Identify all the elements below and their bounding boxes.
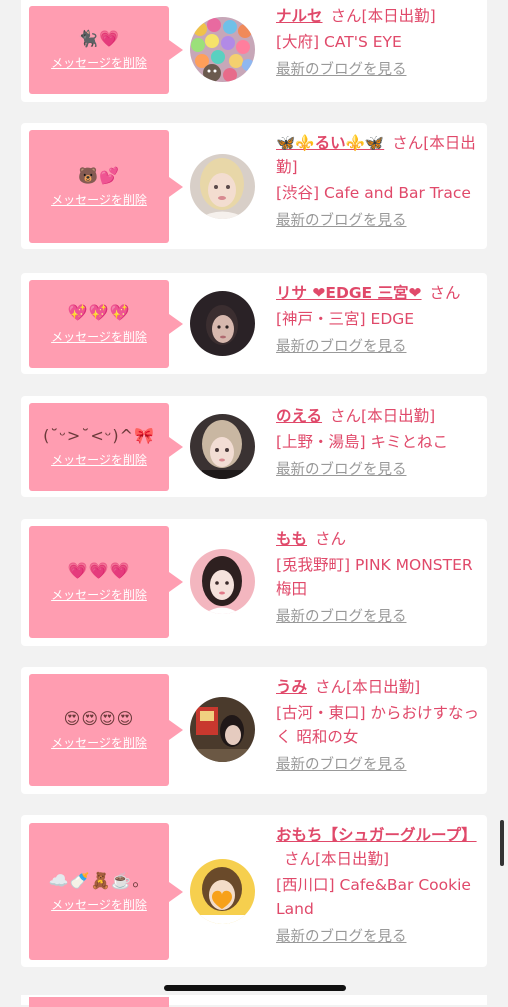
list-item: ☁️🍼🧸☕️。 メッセージを削除 おもち【シュガーグループ】さん[本日出勤] [… (21, 815, 487, 967)
girl-name-link[interactable]: うみ (276, 678, 307, 696)
scrollbar[interactable] (500, 820, 504, 866)
message-box: 💖💖💖 メッセージを削除 (29, 280, 183, 368)
shop-name: [渋谷] Cafe and Bar Trace (276, 184, 471, 202)
message-box: 🐻💕 メッセージを削除 (29, 130, 183, 243)
list-item: 😍😍😍😍 メッセージを削除 うみ さん[本日出勤] [古河・東口] からおけすなっ… (21, 667, 487, 794)
girl-info: うみ さん[本日出勤] [古河・東口] からおけすなっく 昭和の女 最新のブログを… (276, 675, 481, 775)
shop-name: [兎我野町] PINK MONSTER梅田 (276, 556, 473, 598)
latest-blog-link[interactable]: 最新のブログを見る (276, 607, 407, 627)
message-box: 🐈‍⬛💗 メッセージを削除 (29, 6, 183, 94)
latest-blog-link[interactable]: 最新のブログを見る (276, 927, 407, 947)
latest-blog-link[interactable]: 最新のブログを見る (276, 460, 407, 480)
list-item: 🐻💕 メッセージを削除 🦋⚜️るい⚜️🦋 さん[本日出勤] [渋谷] Cafe a… (21, 123, 487, 249)
avatar[interactable] (190, 697, 255, 762)
shop-name: [上野・湯島] キミとねこ (276, 433, 449, 451)
latest-blog-link[interactable]: 最新のブログを見る (276, 211, 407, 231)
avatar[interactable] (190, 549, 255, 614)
name-line: リサ ❤EDGE 三宮❤ さん (276, 281, 481, 305)
name-suffix: さん[本日出勤] (330, 407, 436, 425)
name-line: のえる さん[本日出勤] (276, 404, 481, 428)
girl-info: ナルセ さん[本日出勤] [大府] CAT'S EYE 最新のブログを見る (276, 4, 481, 80)
message-box: ☁️🍼🧸☕️。 メッセージを削除 (29, 823, 183, 960)
delete-message-link[interactable]: メッセージを削除 (51, 452, 147, 468)
girl-name-link[interactable]: リサ ❤EDGE 三宮❤ (276, 284, 422, 302)
name-line: 🦋⚜️るい⚜️🦋 さん[本日出勤] (276, 131, 481, 179)
message-emoji: ☁️🍼🧸☕️。 (48, 870, 150, 890)
shop-name: [大府] CAT'S EYE (276, 33, 402, 51)
name-suffix: さん (315, 530, 347, 548)
shop-name: [神戸・三宮] EDGE (276, 310, 415, 328)
girl-info: リサ ❤EDGE 三宮❤ さん [神戸・三宮] EDGE 最新のブログを見る (276, 281, 481, 357)
delete-message-link[interactable]: メッセージを削除 (51, 55, 147, 71)
girl-name-link[interactable]: おもち【シュガーグループ】 (276, 826, 477, 844)
delete-message-link[interactable]: メッセージを削除 (51, 897, 147, 913)
list-item: 💗💗💗 メッセージを削除 もも さん [兎我野町] PINK MONSTER梅田 … (21, 519, 487, 646)
message-box: 💗💗💗 メッセージを削除 (29, 526, 183, 638)
avatar[interactable] (190, 291, 255, 356)
message-emoji: 🐻💕 (78, 165, 120, 185)
list-item: 💖💖💖 メッセージを削除 リサ ❤EDGE 三宮❤ さん [神戸・三宮] EDGE… (21, 273, 487, 374)
girl-name-link[interactable]: 🦋⚜️るい⚜️🦋 (276, 134, 384, 152)
message-emoji: 😍😍😍😍 (63, 709, 135, 728)
message-emoji: 💖💖💖 (67, 303, 131, 322)
latest-blog-link[interactable]: 最新のブログを見る (276, 337, 407, 357)
girl-info: 🦋⚜️るい⚜️🦋 さん[本日出勤] [渋谷] Cafe and Bar Trace… (276, 131, 481, 231)
shop-name: [古河・東口] からおけすなっく 昭和の女 (276, 704, 480, 746)
name-line: ナルセ さん[本日出勤] (276, 4, 481, 28)
message-emoji: 🐈‍⬛💗 (78, 29, 120, 48)
name-suffix: さん (429, 284, 461, 302)
delete-message-link[interactable]: メッセージを削除 (51, 329, 147, 345)
delete-message-link[interactable]: メッセージを削除 (51, 735, 147, 751)
girl-name-link[interactable]: のえる (276, 407, 322, 425)
name-line: おもち【シュガーグループ】さん[本日出勤] (276, 823, 481, 871)
name-line: もも さん (276, 527, 481, 551)
latest-blog-link[interactable]: 最新のブログを見る (276, 755, 407, 775)
message-box: (˘ᵕ>˘<ᵕ)^🎀 メッセージを削除 (29, 403, 183, 491)
home-indicator[interactable] (164, 985, 346, 991)
list-item: (˘ᵕ>˘<ᵕ)^🎀 メッセージを削除 のえる さん[本日出勤] [上野・湯島] … (21, 396, 487, 497)
list-item: 🐈‍⬛💗 メッセージを削除 ナルセ さん[本日出勤] [大府] CAT'S EYE… (21, 0, 487, 102)
avatar[interactable] (190, 859, 255, 924)
delete-message-link[interactable]: メッセージを削除 (51, 587, 147, 603)
girl-info: のえる さん[本日出勤] [上野・湯島] キミとねこ 最新のブログを見る (276, 404, 481, 480)
girl-info: おもち【シュガーグループ】さん[本日出勤] [西川口] Cafe&Bar Coo… (276, 823, 481, 947)
message-box-partial (29, 997, 169, 1007)
latest-blog-link[interactable]: 最新のブログを見る (276, 60, 407, 80)
avatar[interactable] (190, 414, 255, 479)
avatar[interactable] (190, 154, 255, 219)
message-box: 😍😍😍😍 メッセージを削除 (29, 674, 183, 786)
message-emoji: (˘ᵕ>˘<ᵕ)^🎀 (43, 426, 155, 445)
name-line: うみ さん[本日出勤] (276, 675, 481, 699)
name-suffix: さん[本日出勤] (315, 678, 421, 696)
message-emoji: 💗💗💗 (67, 561, 131, 580)
name-suffix: さん[本日出勤] (330, 7, 436, 25)
delete-message-link[interactable]: メッセージを削除 (51, 192, 147, 208)
name-suffix: さん[本日出勤] (284, 850, 390, 868)
girl-name-link[interactable]: もも (276, 530, 307, 548)
avatar[interactable] (190, 17, 255, 82)
girl-name-link[interactable]: ナルセ (276, 7, 323, 25)
girl-info: もも さん [兎我野町] PINK MONSTER梅田 最新のブログを見る (276, 527, 481, 627)
shop-name: [西川口] Cafe&Bar Cookie Land (276, 876, 471, 918)
